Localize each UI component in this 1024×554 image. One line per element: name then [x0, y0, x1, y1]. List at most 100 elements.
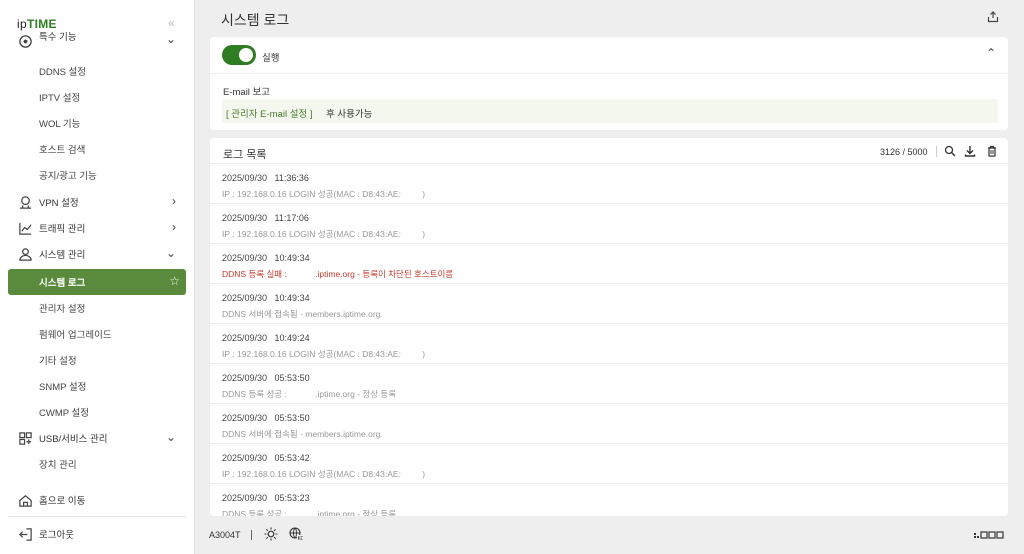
divider	[251, 530, 252, 540]
log-timestamp: 2025/09/30 05:53:23	[222, 493, 310, 503]
sidebar: ipTIME « 특수 기능 ⌄ DDNS 설정 IPTV 설정 WOL 기능 …	[0, 0, 195, 554]
log-entry: 2025/09/30 05:53:50 DDNS 서버에 접속됨 - membe…	[210, 404, 1008, 444]
log-message: DDNS 등록 성공 : .iptime.org - 정상 등록	[222, 389, 397, 399]
system-icon	[19, 248, 32, 261]
log-entry: 2025/09/30 11:36:36 IP : 192.168.0.16 LO…	[210, 164, 1008, 204]
sidebar-item-special[interactable]: 특수 기능 ⌄	[8, 32, 186, 52]
language-globe-icon[interactable]: KO	[289, 527, 303, 541]
search-icon[interactable]	[944, 145, 956, 157]
sidebar-item-snmp[interactable]: SNMP 설정	[8, 373, 186, 399]
sidebar-item-system[interactable]: 시스템 관리 ⌄	[8, 241, 186, 267]
sidebar-item-vpn[interactable]: VPN 설정 ›	[8, 189, 186, 215]
log-count: 3126 / 5000	[880, 147, 928, 157]
sidebar-item-firmware[interactable]: 펌웨어 업그레이드	[8, 321, 186, 347]
page-title: 시스템 로그	[221, 12, 290, 28]
log-timestamp: 2025/09/30 10:49:34	[222, 293, 310, 303]
log-entry: 2025/09/30 05:53:50 DDNS 등록 성공 : .iptime…	[210, 364, 1008, 404]
run-label: 실행	[262, 53, 280, 64]
footer: A3004T KO	[195, 516, 1024, 554]
sidebar-item-ddns[interactable]: DDNS 설정	[8, 58, 186, 84]
log-timestamp: 2025/09/30 11:17:06	[222, 213, 309, 223]
sidebar-item-admin[interactable]: 관리자 설정	[8, 295, 186, 321]
sidebar-item-cwmp[interactable]: CWMP 설정	[8, 399, 186, 425]
sidebar-item-label: VPN 설정	[39, 198, 79, 209]
sidebar-item-label: 트래픽 관리	[39, 224, 86, 235]
chevron-up-icon[interactable]: ⌃	[986, 46, 996, 60]
sidebar-item-wol[interactable]: WOL 기능	[8, 110, 186, 136]
chevron-right-icon: ›	[172, 194, 176, 208]
log-timestamp: 2025/09/30 10:49:34	[222, 253, 310, 263]
logo-name: TIME	[26, 17, 57, 31]
log-list-header: 로그 목록 3126 / 5000	[210, 138, 1008, 164]
log-entry: 2025/09/30 10:49:24 IP : 192.168.0.16 LO…	[210, 324, 1008, 364]
sidebar-item-label: 호스트 검색	[39, 145, 86, 156]
logo-prefix: ip	[17, 17, 27, 31]
log-entry: 2025/09/30 10:49:34 DDNS 등록 실패 : .iptime…	[210, 244, 1008, 284]
sidebar-item-label: 특수 기능	[39, 32, 77, 43]
brightness-icon[interactable]	[264, 527, 278, 541]
sidebar-logout[interactable]: 로그아웃	[8, 521, 186, 547]
sidebar-item-label: 시스템 관리	[39, 250, 86, 261]
log-message: IP : 192.168.0.16 LOGIN 성공(MAC : D8:43:A…	[222, 469, 426, 479]
sidebar-item-device[interactable]: 장치 관리	[8, 451, 186, 477]
run-toggle[interactable]	[222, 45, 256, 65]
sidebar-item-label: 시스템 로그	[39, 278, 86, 289]
trash-icon[interactable]	[986, 145, 998, 157]
sidebar-item-traffic[interactable]: 트래픽 관리 ›	[8, 215, 186, 241]
sidebar-item-label: IPTV 설정	[39, 93, 81, 104]
log-message: IP : 192.168.0.16 LOGIN 성공(MAC : D8:43:A…	[222, 349, 426, 359]
email-notice-text: 후 사용가능	[326, 109, 373, 120]
chevron-down-icon: ⌄	[165, 32, 176, 46]
download-icon[interactable]	[964, 145, 976, 157]
traffic-icon	[19, 222, 32, 235]
sidebar-item-system-log[interactable]: 시스템 로그 ☆	[8, 269, 186, 295]
divider	[210, 73, 1008, 74]
chevron-down-icon: ⌄	[165, 246, 176, 260]
sidebar-item-iptv[interactable]: IPTV 설정	[8, 84, 186, 110]
chevron-right-icon: ›	[172, 220, 176, 234]
email-notice: [ 관리자 E-mail 설정 ] 후 사용가능	[222, 99, 998, 123]
log-message: DDNS 서버에 접속됨 - members.iptime.org.	[222, 429, 383, 439]
log-message-error: DDNS 등록 실패 : .iptime.org - 등록이 차단된 호스트이름	[222, 269, 454, 279]
log-list-card: 로그 목록 3126 / 5000 2025/09/30 11:36:36 IP…	[210, 138, 1008, 516]
logout-label: 로그아웃	[39, 530, 74, 541]
sidebar-item-notice[interactable]: 공지/광고 기능	[8, 162, 186, 188]
sidebar-item-label: 장치 관리	[39, 460, 77, 471]
log-timestamp: 2025/09/30 05:53:50	[222, 373, 310, 383]
sidebar-item-label: 공지/광고 기능	[39, 171, 97, 182]
log-timestamp: 2025/09/30 05:53:50	[222, 413, 310, 423]
sidebar-divider	[8, 516, 186, 517]
log-timestamp: 2025/09/30 05:53:42	[222, 453, 310, 463]
iptime-logo[interactable]: ipTIME	[17, 17, 57, 31]
sidebar-item-misc[interactable]: 기타 설정	[8, 347, 186, 373]
divider	[936, 146, 937, 157]
toggle-knob	[239, 48, 253, 62]
log-list-title: 로그 목록	[223, 149, 267, 161]
logout-icon	[19, 528, 32, 541]
export-icon[interactable]	[987, 11, 999, 23]
log-entry: 2025/09/30 11:17:06 IP : 192.168.0.16 LO…	[210, 204, 1008, 244]
usb-service-icon	[19, 432, 32, 445]
layout-grid-icon[interactable]	[974, 531, 1004, 539]
email-report-label: E-mail 보고	[223, 87, 271, 98]
sidebar-item-host-search[interactable]: 호스트 검색	[8, 136, 186, 162]
sidebar-item-label: 관리자 설정	[39, 304, 86, 315]
sidebar-home[interactable]: 홈으로 이동	[8, 487, 186, 513]
star-icon[interactable]: ☆	[169, 274, 180, 288]
admin-email-settings-link[interactable]: [ 관리자 E-mail 설정 ]	[226, 106, 312, 120]
home-icon	[19, 495, 32, 507]
log-entry: 2025/09/30 05:53:23 DDNS 등록 성공 : .iptime…	[210, 484, 1008, 516]
sidebar-item-label: CWMP 설정	[39, 408, 90, 419]
sidebar-item-usb[interactable]: USB/서비스 관리 ⌄	[8, 425, 186, 451]
sidebar-item-label: DDNS 설정	[39, 67, 87, 78]
log-entry: 2025/09/30 05:53:42 IP : 192.168.0.16 LO…	[210, 444, 1008, 484]
sidebar-item-label: 펌웨어 업그레이드	[39, 330, 112, 341]
log-entry: 2025/09/30 10:49:34 DDNS 서버에 접속됨 - membe…	[210, 284, 1008, 324]
sidebar-item-label: 기타 설정	[39, 356, 77, 367]
vpn-icon	[19, 196, 32, 209]
log-message: IP : 192.168.0.16 LOGIN 성공(MAC : D8:43:A…	[222, 229, 426, 239]
log-message: DDNS 서버에 접속됨 - members.iptime.org.	[222, 309, 383, 319]
collapse-sidebar-icon[interactable]: «	[168, 16, 175, 30]
log-message: DDNS 등록 성공 : .iptime.org - 정상 등록	[222, 509, 397, 516]
chevron-down-icon: ⌄	[165, 430, 176, 444]
